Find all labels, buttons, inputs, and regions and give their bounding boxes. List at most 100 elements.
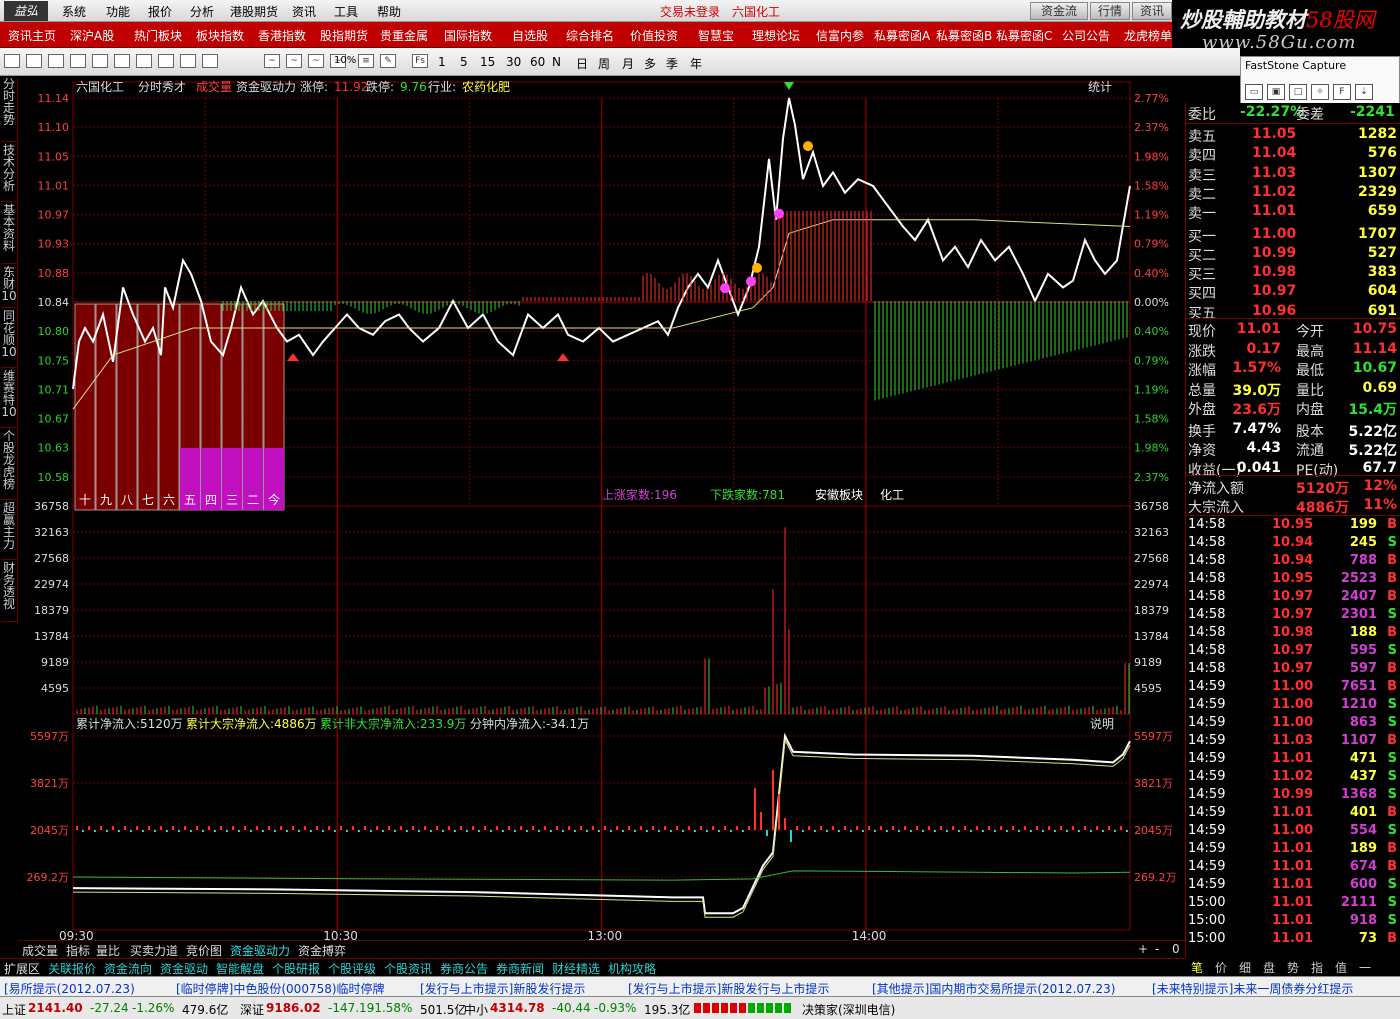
left-tab-0[interactable]: 分时走势 — [1, 78, 17, 142]
ext-tab-4[interactable]: 智能解盘 — [216, 960, 264, 977]
report-icon[interactable] — [202, 54, 218, 68]
period-11[interactable]: 年 — [690, 55, 702, 72]
ext-tab-5[interactable]: 个股研报 — [272, 960, 320, 977]
indicator-tab-3[interactable]: 买卖力道 — [130, 942, 178, 959]
nav-item-12[interactable]: 理想论坛 — [752, 27, 800, 44]
indicator-tab-1[interactable]: 指标 — [66, 942, 90, 959]
notice-item[interactable]: [其他提示]国内期市交易所提示(2012.07.23) — [872, 980, 1115, 997]
left-tab-5[interactable]: 维赛特10 — [1, 370, 17, 428]
trend-icon[interactable]: ~ — [264, 54, 280, 68]
nav-item-5[interactable]: 股指期货 — [320, 27, 368, 44]
list-icon[interactable] — [26, 54, 42, 68]
intraday-chart[interactable]: 六国化工 分时 秀才 成交量 资金驱动力 涨停: 11.92 跌停: 9.76 行业: 农药化肥 统计… — [18, 78, 1185, 958]
ext-tab-7[interactable]: 个股资讯 — [384, 960, 432, 977]
quote-tab-0[interactable]: 笔 — [1191, 959, 1203, 976]
ext-tab-11[interactable]: 机构攻略 — [608, 960, 656, 977]
multi-icon[interactable] — [180, 54, 196, 68]
nav-item-11[interactable]: 智慧宝 — [698, 27, 734, 44]
left-tab-1[interactable]: 技术分析 — [1, 144, 17, 202]
indicator-tab-2[interactable]: 量比 — [96, 942, 120, 959]
menu-news[interactable]: 资讯 — [292, 3, 316, 20]
reset-zoom-button[interactable]: 0 — [1172, 942, 1180, 956]
capture-scroll-icon[interactable]: ⇣ — [1355, 84, 1373, 100]
zoom-in-button[interactable]: + — [1138, 942, 1148, 956]
notice-item[interactable]: [易所提示(2012.07.23) — [4, 980, 135, 997]
nav-item-18[interactable]: 龙虎榜单 — [1124, 27, 1172, 44]
capture-freehand-icon[interactable]: ✧ — [1311, 84, 1329, 100]
left-tab-7[interactable]: 超赢主力 — [1, 502, 17, 560]
nav-item-1[interactable]: 深沪A股 — [70, 27, 114, 44]
ask-row[interactable]: 卖三 11.03 1307 — [1186, 164, 1400, 184]
ask-row[interactable]: 卖二 11.02 2329 — [1186, 183, 1400, 203]
notice-item[interactable]: [临时停牌]中色股份(000758)临时停牌 — [176, 980, 385, 997]
chart-icon[interactable] — [114, 54, 130, 68]
bid-row[interactable]: 买四 10.97 604 — [1186, 282, 1400, 302]
pencil-icon[interactable]: ✎ — [380, 54, 396, 68]
quote-tab-4[interactable]: 势 — [1287, 959, 1299, 976]
bid-row[interactable]: 买三 10.98 383 — [1186, 263, 1400, 283]
nav-item-17[interactable]: 公司公告 — [1062, 27, 1110, 44]
nav-item-9[interactable]: 综合排名 — [566, 27, 614, 44]
ask-row[interactable]: 卖五 11.05 1282 — [1186, 125, 1400, 145]
menu-help[interactable]: 帮助 — [377, 3, 401, 20]
bar-icon[interactable]: ~ — [308, 54, 324, 68]
list-view-icon[interactable]: ≡ — [358, 54, 374, 68]
menu-function[interactable]: 功能 — [106, 3, 130, 20]
nav-item-4[interactable]: 香港指数 — [258, 27, 306, 44]
notice-item[interactable]: [发行与上市提示]新股发行与上市提示 — [628, 980, 829, 997]
quote-tab-7[interactable]: 一 — [1359, 959, 1371, 976]
ext-tab-0[interactable]: 扩展区 — [4, 960, 40, 977]
market-button[interactable]: 行情 — [1090, 2, 1130, 20]
quote-tab-3[interactable]: 盘 — [1263, 959, 1275, 976]
nav-item-10[interactable]: 价值投资 — [630, 27, 678, 44]
left-tab-2[interactable]: 基本资料 — [1, 204, 17, 264]
ask-row[interactable]: 卖四 11.04 576 — [1186, 144, 1400, 164]
quote-tab-6[interactable]: 值 — [1335, 959, 1347, 976]
nav-item-16[interactable]: 私募密函C — [996, 27, 1052, 44]
quote-tab-5[interactable]: 指 — [1311, 959, 1323, 976]
period-5[interactable]: N — [552, 55, 561, 69]
quote-tab-1[interactable]: 价 — [1215, 959, 1227, 976]
period-4[interactable]: 60 — [530, 55, 545, 69]
capture-object-icon[interactable]: ▣ — [1267, 84, 1285, 100]
indicator-tab-4[interactable]: 竞价图 — [186, 942, 222, 959]
quote-tab-2[interactable]: 细 — [1239, 959, 1251, 976]
period-2[interactable]: 15 — [480, 55, 495, 69]
bid-row[interactable]: 买一 11.00 1707 — [1186, 225, 1400, 245]
ext-tab-1[interactable]: 关联报价 — [48, 960, 96, 977]
fs-icon[interactable]: Fs — [412, 54, 428, 68]
period-8[interactable]: 月 — [622, 55, 634, 72]
period-7[interactable]: 周 — [598, 55, 610, 72]
nav-item-3[interactable]: 板块指数 — [196, 27, 244, 44]
nav-item-0[interactable]: 资讯主页 — [8, 27, 56, 44]
indicator-tab-6[interactable]: 资金搏弈 — [298, 942, 346, 959]
nav-item-2[interactable]: 热门板块 — [134, 27, 182, 44]
fund-flow-button[interactable]: 资金流 — [1030, 2, 1088, 20]
notice-item[interactable]: [发行与上市提示]新股发行提示 — [420, 980, 585, 997]
capture-full-icon[interactable]: F — [1333, 84, 1351, 100]
zoom-out-button[interactable]: - — [1155, 942, 1159, 956]
period-6[interactable]: 日 — [576, 55, 588, 72]
ask-row[interactable]: 卖一 11.01 659 — [1186, 202, 1400, 222]
nav-item-13[interactable]: 信富内参 — [816, 27, 864, 44]
menu-analysis[interactable]: 分析 — [190, 3, 214, 20]
ext-tab-6[interactable]: 个股评级 — [328, 960, 376, 977]
period-10[interactable]: 季 — [666, 55, 678, 72]
pct-icon[interactable]: 10% — [334, 55, 356, 66]
period-0[interactable]: 1 — [438, 55, 446, 69]
menu-tools[interactable]: 工具 — [334, 3, 358, 20]
f12-icon[interactable] — [158, 54, 174, 68]
left-tab-6[interactable]: 个股龙虎榜 — [1, 430, 17, 500]
period-9[interactable]: 多 — [644, 55, 656, 72]
nav-item-8[interactable]: 自选股 — [512, 27, 548, 44]
capture-rect-icon[interactable]: □ — [1289, 84, 1307, 100]
news-button[interactable]: 资讯 — [1132, 2, 1172, 20]
kline-icon[interactable]: ~ — [286, 54, 302, 68]
period-1[interactable]: 5 — [460, 55, 468, 69]
nav-item-6[interactable]: 贵重金属 — [380, 27, 428, 44]
nav-item-15[interactable]: 私募密函B — [936, 27, 992, 44]
nav-item-14[interactable]: 私募密函A — [874, 27, 930, 44]
notice-item[interactable]: [未来特别提示]未来一周债券分红提示 — [1152, 980, 1353, 997]
ext-tab-9[interactable]: 券商新闻 — [496, 960, 544, 977]
menu-hk-futures[interactable]: 港股期货 — [230, 3, 278, 20]
